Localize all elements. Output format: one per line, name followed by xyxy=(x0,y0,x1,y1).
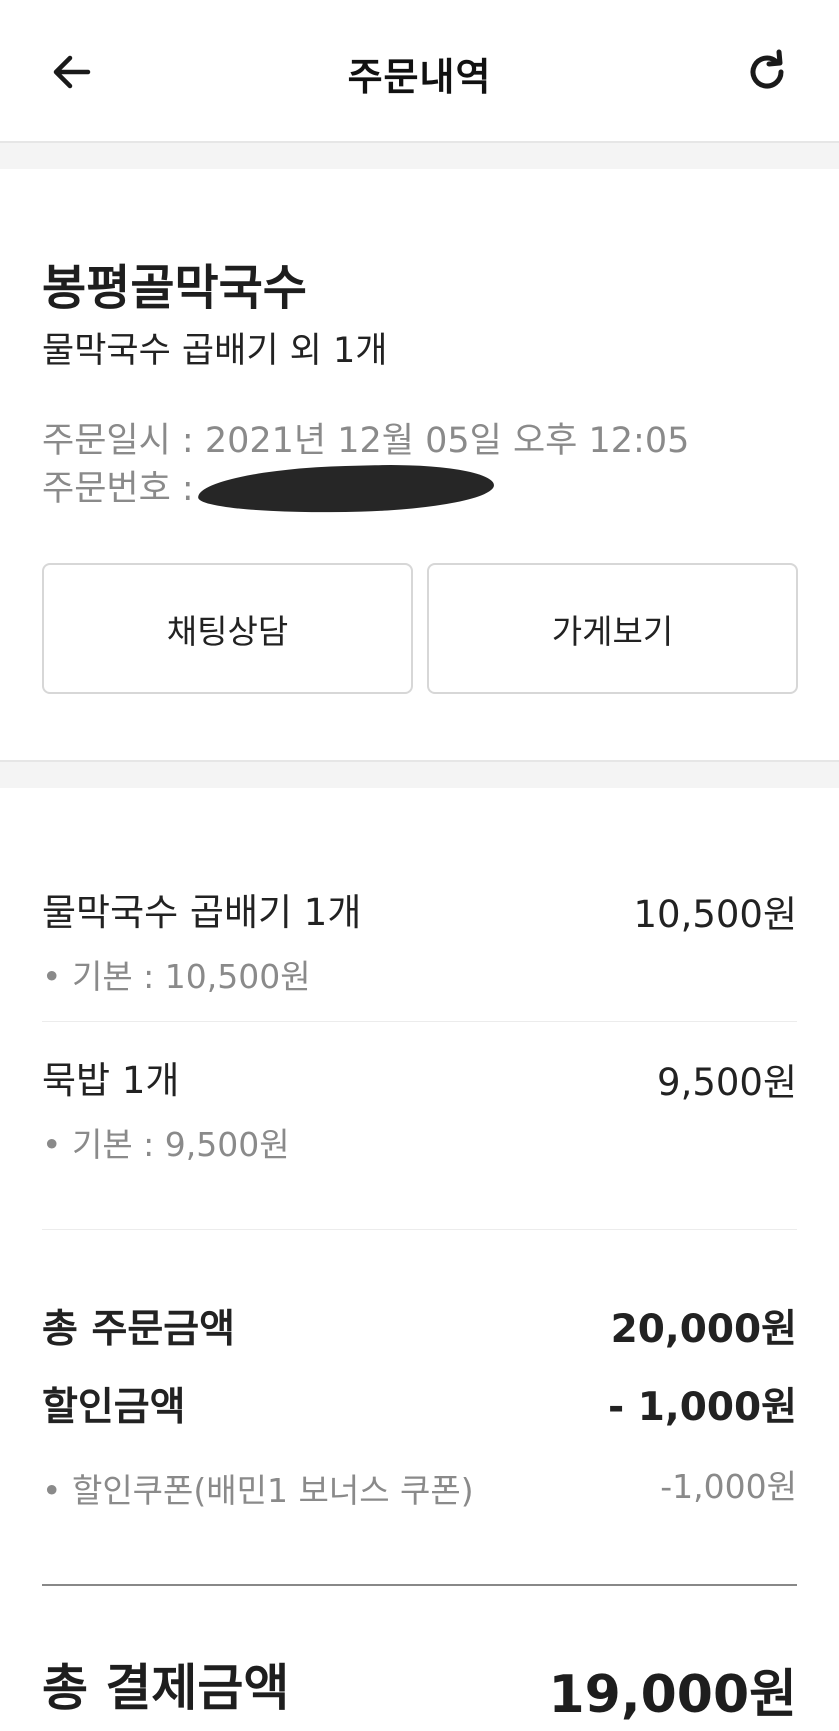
total-order-value: 20,000원 xyxy=(610,1307,797,1352)
coupon-value: -1,000원 xyxy=(660,1467,797,1506)
item-option: • 기본 : 9,500원 xyxy=(42,1125,290,1164)
item-option: • 기본 : 10,500원 xyxy=(42,957,311,996)
item-divider xyxy=(42,1021,797,1022)
redaction-mark xyxy=(197,462,495,516)
item-price: 10,500원 xyxy=(633,893,797,936)
store-name: 봉평골막국수 xyxy=(42,260,307,316)
discount-value: - 1,000원 xyxy=(607,1385,797,1430)
app-header: 주문내역 xyxy=(0,0,839,143)
coupon-label: • 할인쿠폰(배민1 보너스 쿠폰) xyxy=(42,1471,474,1510)
page-title: 주문내역 xyxy=(347,55,492,99)
section-separator xyxy=(0,143,839,169)
items-divider xyxy=(42,1229,797,1230)
order-number-label: 주문번호 : xyxy=(42,469,194,509)
total-payment-label: 총 결제금액 xyxy=(42,1659,290,1717)
item-price: 9,500원 xyxy=(657,1061,797,1104)
refresh-button[interactable] xyxy=(739,44,795,100)
order-datetime: 주문일시 : 2021년 12월 05일 오후 12:05 xyxy=(42,421,690,461)
item-name: 묵밥 1개 xyxy=(42,1059,180,1102)
total-payment-value: 19,000원 xyxy=(548,1665,797,1725)
refresh-icon xyxy=(750,49,784,89)
item-name: 물막국수 곱배기 1개 xyxy=(42,891,362,934)
total-order-label: 총 주문금액 xyxy=(42,1307,235,1352)
section-separator xyxy=(0,760,839,788)
view-store-button[interactable]: 가게보기 xyxy=(427,563,798,694)
order-summary: 물막국수 곱배기 외 1개 xyxy=(42,331,388,371)
chat-consult-button[interactable]: 채팅상담 xyxy=(42,563,413,694)
total-divider xyxy=(42,1584,797,1586)
discount-label: 할인금액 xyxy=(42,1385,186,1430)
